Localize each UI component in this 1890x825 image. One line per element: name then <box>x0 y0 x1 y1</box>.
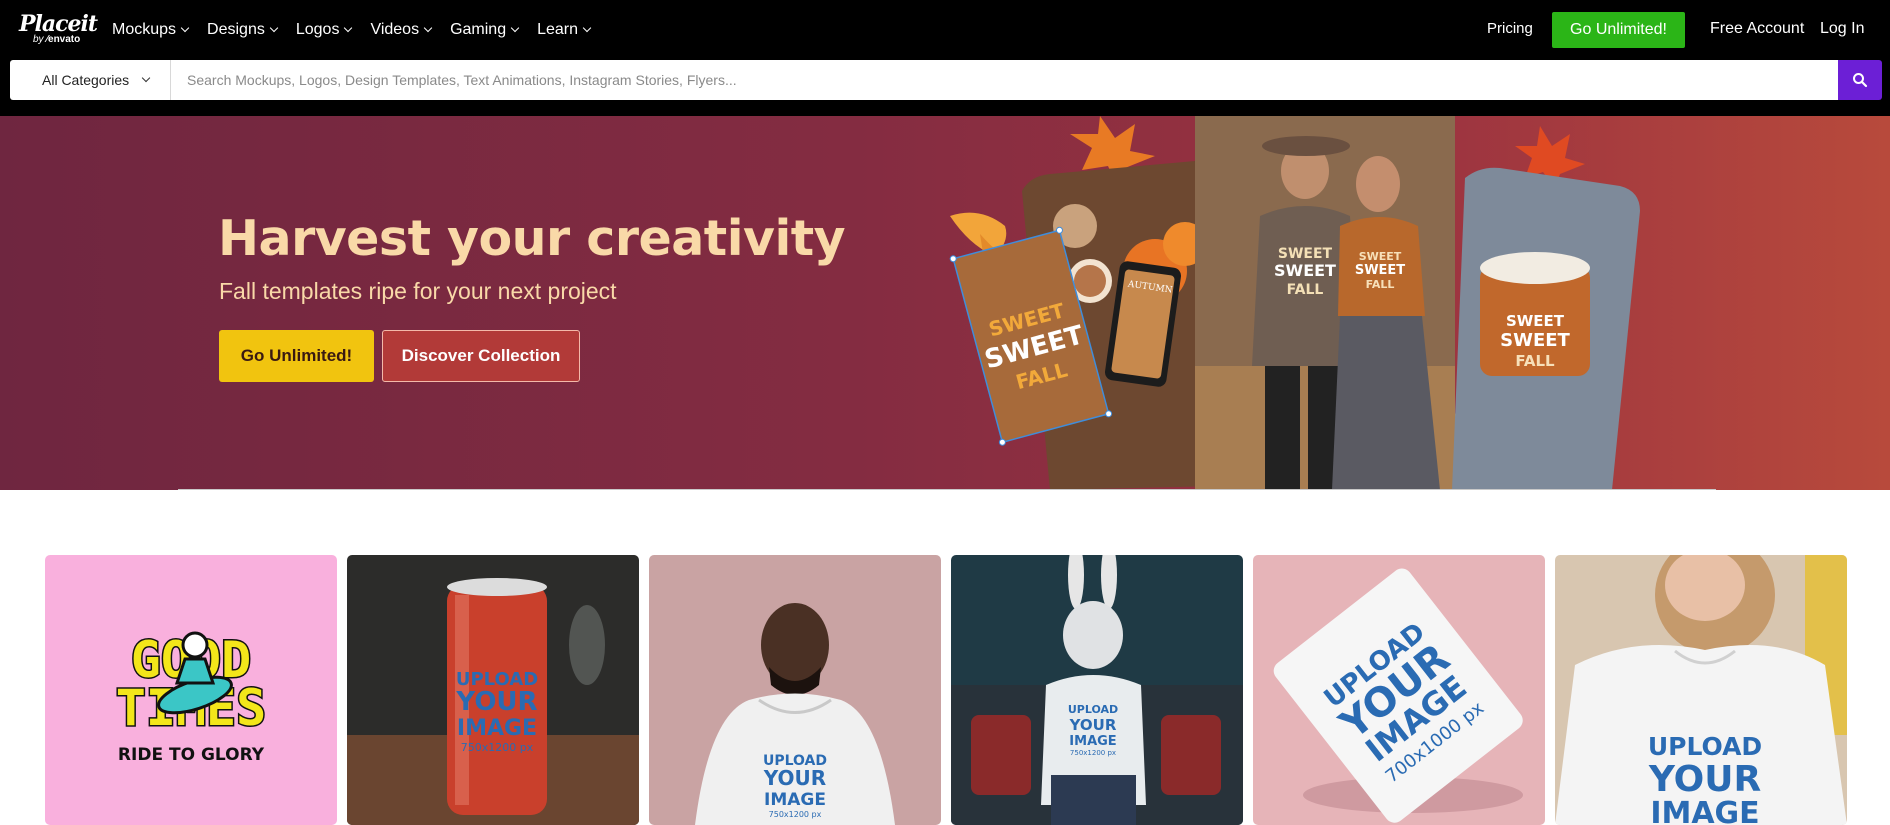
pricing-link[interactable]: Pricing <box>1487 20 1533 37</box>
go-unlimited-button[interactable]: Go Unlimited! <box>1552 12 1685 48</box>
template-tile-sweatshirt-mockup[interactable]: UPLOAD YOUR IMAGE 750x1200 px <box>951 555 1243 825</box>
hoodie-mockup-image: UPLOAD YOUR IMAGE 750x1200 px <box>649 555 941 825</box>
svg-text:750x1200 px: 750x1200 px <box>769 810 822 819</box>
hero-banner: Harvest your creativity Fall templates r… <box>0 116 1890 490</box>
menu-logos[interactable]: Logos <box>296 18 353 42</box>
hero-title: Harvest your creativity <box>218 210 846 267</box>
pouch-mockup-image: UPLOAD YOUR IMAGE 700x1000 px <box>1253 555 1545 825</box>
svg-text:SWEET: SWEET <box>1274 261 1336 280</box>
category-dropdown-value: All Categories <box>42 72 130 88</box>
svg-text:SWEET: SWEET <box>1355 263 1405 278</box>
svg-text:IMAGE: IMAGE <box>1650 796 1759 825</box>
top-navigation-bar: Placeit by ⁄envato Mockups Designs Logos… <box>0 0 1890 60</box>
couple-sweatshirts-photo: SWEET SWEET FALL SWEET SWEET FALL <box>1195 116 1455 490</box>
template-tile-pouch-mockup[interactable]: UPLOAD YOUR IMAGE 700x1000 px <box>1253 555 1545 825</box>
hero-subtitle: Fall templates ripe for your next projec… <box>219 278 617 304</box>
chevron-down-icon <box>180 23 190 33</box>
free-account-link[interactable]: Free Account <box>1710 20 1804 38</box>
can-mockup-image: UPLOAD YOUR IMAGE 750x1200 px <box>347 555 639 825</box>
rabbit-sweatshirt-mockup-image: UPLOAD YOUR IMAGE 750x1200 px <box>951 555 1243 825</box>
menu-gaming[interactable]: Gaming <box>450 18 520 42</box>
svg-text:750x1200 px: 750x1200 px <box>1070 749 1116 757</box>
template-grid: GOOD TIMES RIDE TO GLORY UPLOAD YOUR IMA… <box>45 555 1849 825</box>
mug-photo: SWEET SWEET FALL <box>1452 167 1640 490</box>
chevron-down-icon <box>344 23 353 33</box>
logo-byline: by ⁄envato <box>33 34 81 45</box>
search-icon <box>1853 73 1868 88</box>
good-times-logo-image: GOOD TIMES RIDE TO GLORY <box>45 555 337 825</box>
main-menu: Mockups Designs Logos Videos Gaming Lear… <box>112 18 609 42</box>
chevron-down-icon <box>269 23 279 33</box>
chevron-down-icon <box>510 23 520 33</box>
svg-text:FALL: FALL <box>1287 282 1324 298</box>
svg-text:YOUR: YOUR <box>763 766 826 790</box>
search-bar: All Categories <box>0 60 1890 116</box>
svg-text:IMAGE: IMAGE <box>457 716 537 741</box>
menu-learn[interactable]: Learn <box>537 18 592 42</box>
chevron-down-icon <box>582 23 592 33</box>
svg-text:SWEET: SWEET <box>1500 330 1570 351</box>
svg-text:YOUR: YOUR <box>1069 716 1117 734</box>
template-tile-good-times-logo[interactable]: GOOD TIMES RIDE TO GLORY <box>45 555 337 825</box>
svg-text:750x1200 px: 750x1200 px <box>461 741 534 754</box>
svg-text:RIDE TO GLORY: RIDE TO GLORY <box>118 745 265 765</box>
menu-mockups[interactable]: Mockups <box>112 18 190 42</box>
chevron-down-icon <box>423 23 433 33</box>
search-button[interactable] <box>1838 60 1882 100</box>
template-tile-hoodie-mockup[interactable]: UPLOAD YOUR IMAGE 750x1200 px <box>649 555 941 825</box>
chevron-down-icon <box>141 73 151 83</box>
svg-text:FALL: FALL <box>1366 278 1395 291</box>
tshirt-mockup-image: UPLOAD YOUR IMAGE <box>1555 555 1847 825</box>
svg-text:SWEET: SWEET <box>1506 312 1565 330</box>
svg-text:SWEET: SWEET <box>1359 250 1402 263</box>
menu-videos[interactable]: Videos <box>370 18 433 42</box>
menu-designs[interactable]: Designs <box>207 18 279 42</box>
svg-text:IMAGE: IMAGE <box>764 790 826 810</box>
hero-collage-image: SWEET SWEET FALL SWEET SWEET FALL SWEET … <box>949 116 1640 490</box>
svg-text:UPLOAD: UPLOAD <box>1068 703 1118 716</box>
svg-text:IMAGE: IMAGE <box>1069 734 1116 749</box>
svg-text:FALL: FALL <box>1515 352 1555 370</box>
svg-text:UPLOAD: UPLOAD <box>1648 732 1762 761</box>
svg-text:YOUR: YOUR <box>455 687 537 717</box>
discover-collection-button[interactable]: Discover Collection <box>382 330 580 382</box>
category-dropdown[interactable]: All Categories <box>10 60 171 100</box>
log-in-link[interactable]: Log In <box>1820 20 1864 38</box>
svg-text:YOUR: YOUR <box>1648 759 1761 800</box>
hero-go-unlimited-button[interactable]: Go Unlimited! <box>219 330 374 382</box>
search-input[interactable] <box>171 60 1838 100</box>
hero-divider <box>178 489 1716 490</box>
placeit-logo[interactable]: Placeit by ⁄envato <box>19 11 98 47</box>
template-tile-tshirt-mockup[interactable]: UPLOAD YOUR IMAGE <box>1555 555 1847 825</box>
template-tile-can-mockup[interactable]: UPLOAD YOUR IMAGE 750x1200 px <box>347 555 639 825</box>
svg-text:SWEET: SWEET <box>1278 246 1333 262</box>
